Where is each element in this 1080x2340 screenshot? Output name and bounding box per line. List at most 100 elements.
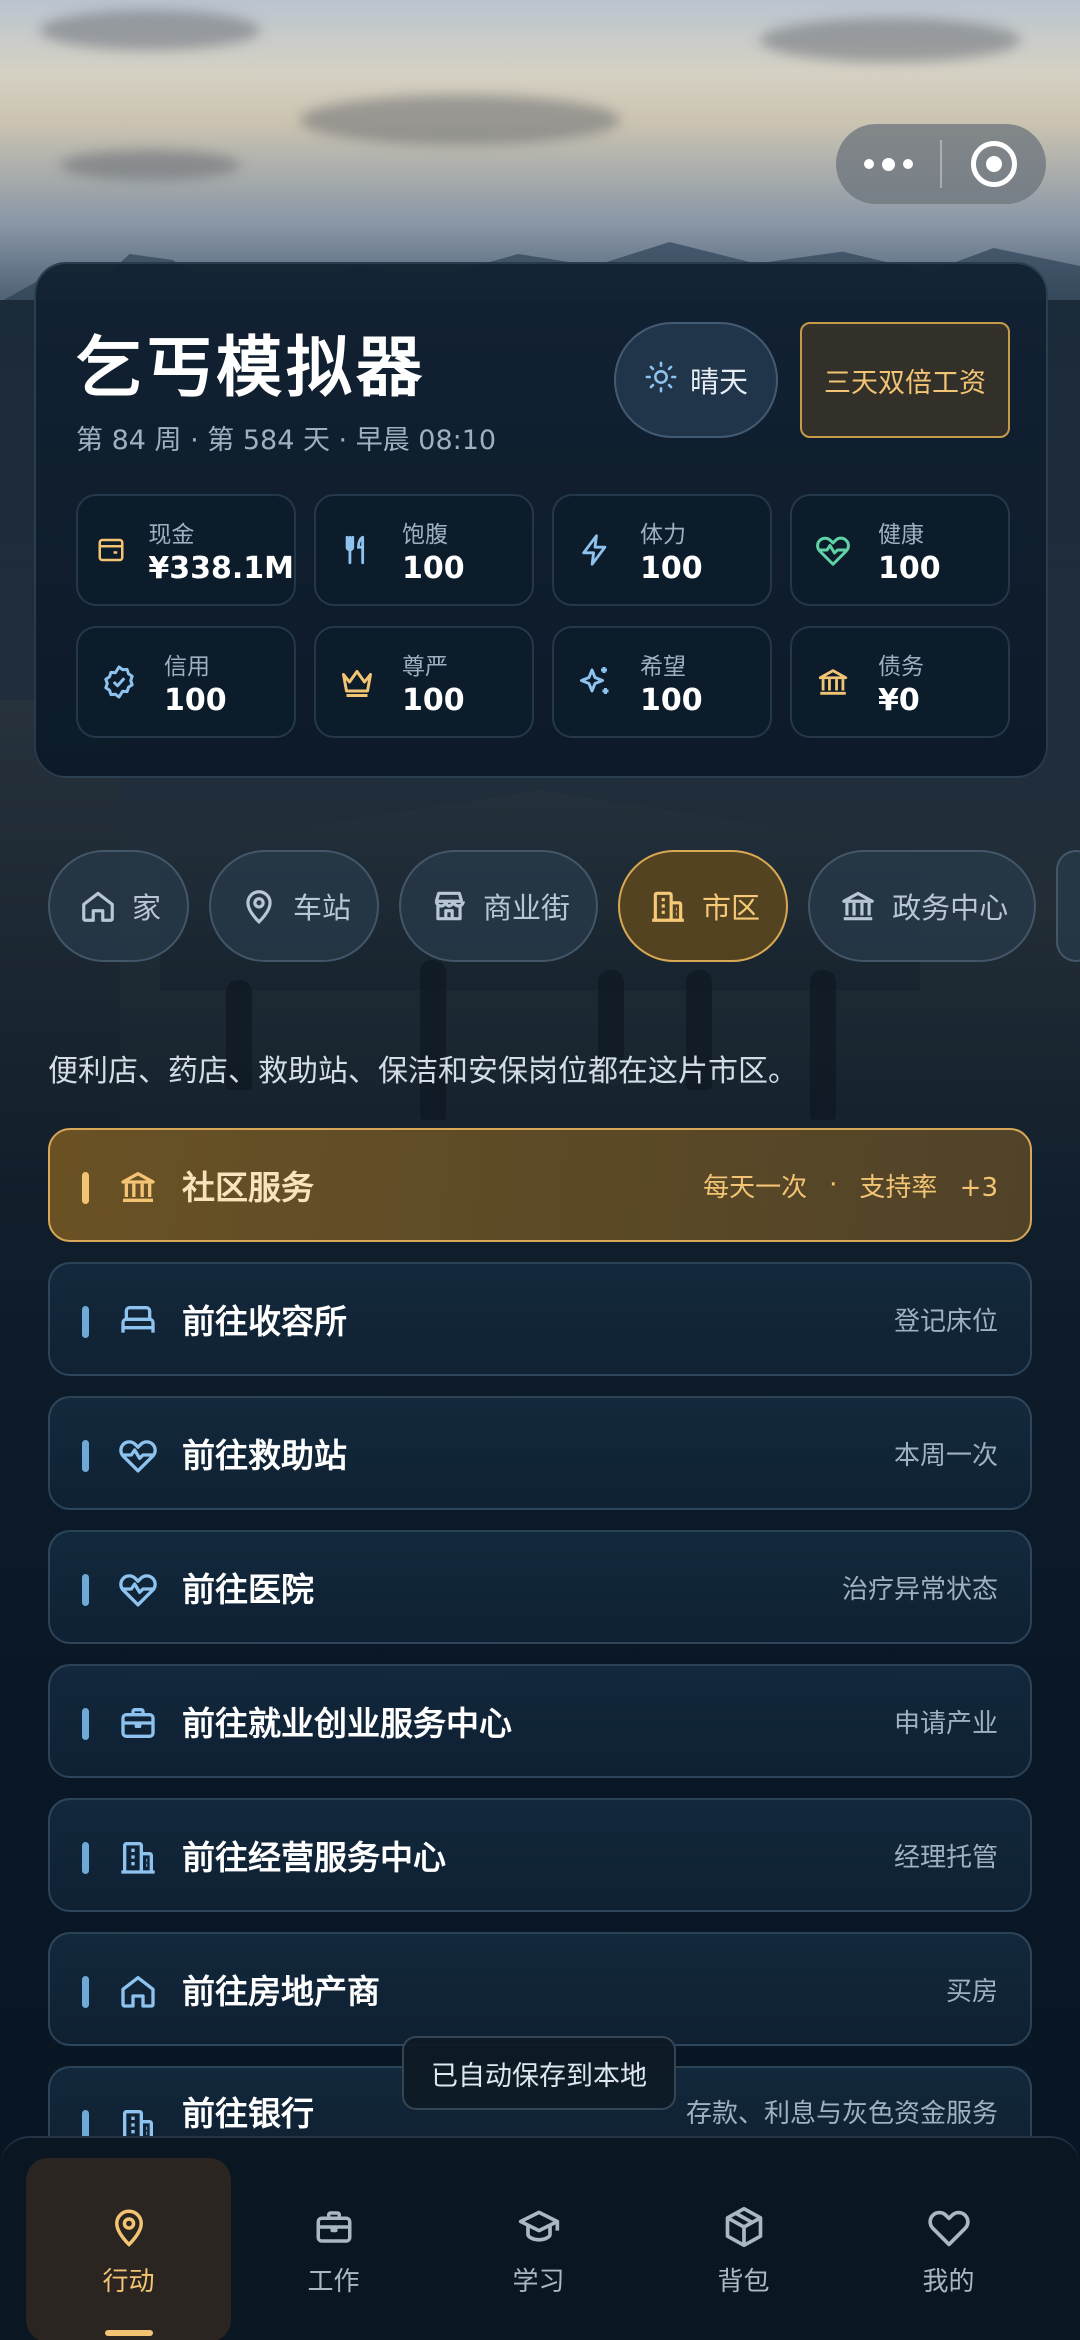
stat-value: ¥0 (878, 682, 920, 718)
stat-value: ¥338.1M (148, 550, 294, 586)
action-rescue-station[interactable]: 前往救助站 本周一次 (48, 1396, 1032, 1510)
utensils-icon (334, 527, 380, 573)
stat-stamina[interactable]: 体力 100 (552, 494, 772, 606)
home-icon (78, 886, 118, 926)
nav-work[interactable]: 工作 (231, 2158, 436, 2340)
action-meta: 治疗异常状态 (841, 1574, 998, 1605)
stat-label: 饱腹 (402, 521, 448, 548)
tab-label: 车站 (293, 891, 352, 925)
wallet-icon (96, 527, 126, 573)
target-icon (971, 141, 1017, 187)
action-meta: 存款、利息与灰色资金服务 (685, 2098, 998, 2129)
heart-pulse-icon (116, 1433, 160, 1477)
bottom-nav: 行动 工作 学习 背包 我的 (0, 2136, 1080, 2340)
close-miniprogram-button[interactable] (942, 141, 1046, 187)
heart-icon (925, 2203, 973, 2251)
action-meta: 买房 (945, 1976, 998, 2007)
stat-dignity[interactable]: 尊严 100 (314, 626, 534, 738)
accent-bar (82, 1172, 89, 1204)
stat-credit[interactable]: 信用 100 (76, 626, 296, 738)
accent-bar (82, 1842, 89, 1874)
action-title: 前往收容所 (182, 1302, 347, 1341)
map-pin-icon (105, 2203, 153, 2251)
action-title: 前往医院 (182, 1570, 314, 1609)
weather-chip[interactable]: 晴天 (614, 322, 778, 438)
tab-label: 商业街 (483, 891, 571, 925)
nav-label: 我的 (922, 2266, 975, 2297)
support-label: 支持率 (859, 1172, 938, 1203)
map-pin-icon (239, 886, 279, 926)
action-shelter[interactable]: 前往收容所 登记床位 (48, 1262, 1032, 1376)
action-meta: 经理托管 (893, 1842, 998, 1873)
heart-pulse-icon (116, 1567, 160, 1611)
location-description: 便利店、药店、救助站、保洁和安保岗位都在这片市区。 (48, 1054, 798, 1089)
nav-profile[interactable]: 我的 (846, 2158, 1051, 2340)
action-title: 社区服务 (182, 1168, 314, 1207)
nav-action[interactable]: 行动 (26, 2158, 231, 2340)
dot (863, 159, 874, 169)
bank-icon (810, 659, 856, 705)
accent-bar (82, 1440, 89, 1472)
stat-value: 100 (878, 550, 941, 586)
building-icon (116, 1835, 160, 1879)
tab-commercial-street[interactable]: 商业街 (399, 850, 599, 962)
more-menu-button[interactable] (836, 124, 940, 204)
dot (881, 157, 895, 171)
tab-downtown[interactable]: 市区 (618, 850, 789, 962)
game-time: 第 84 周 · 第 584 天 · 早晨 08:10 (76, 425, 497, 456)
tab-label: 政务中心 (892, 891, 1009, 925)
double-wage-badge[interactable]: 三天双倍工资 (800, 322, 1010, 438)
action-list: 社区服务 每天一次 · 支持率 +3 前往收容所 登记床位 前往救助站 本周一次 (48, 1128, 1032, 2176)
action-real-estate[interactable]: 前往房地产商 买房 (48, 1932, 1032, 2046)
action-hospital[interactable]: 前往医院 治疗异常状态 (48, 1530, 1032, 1644)
app-title: 乞丐模拟器 (76, 328, 426, 406)
briefcase-icon (116, 1701, 160, 1745)
stat-value: 100 (640, 550, 703, 586)
tab-more[interactable] (1056, 850, 1080, 962)
stat-label: 尊严 (402, 653, 448, 680)
weather-label: 晴天 (689, 365, 748, 399)
tab-station[interactable]: 车站 (209, 850, 380, 962)
bed-icon (116, 1299, 160, 1343)
action-title: 前往银行 (182, 2094, 314, 2133)
stat-value: 100 (640, 682, 703, 718)
nav-label: 背包 (717, 2266, 770, 2297)
government-icon (838, 886, 878, 926)
nav-label: 行动 (102, 2266, 155, 2297)
stat-hope[interactable]: 希望 100 (552, 626, 772, 738)
action-meta: 登记床位 (893, 1306, 998, 1337)
autosave-toast: 已自动保存到本地 (402, 2036, 676, 2110)
stat-health[interactable]: 健康 100 (790, 494, 1010, 606)
support-bonus: 支持率 +3 (859, 1167, 998, 1204)
badge-check-icon (96, 659, 142, 705)
accent-bar (82, 1574, 89, 1606)
action-employment-center[interactable]: 前往就业创业服务中心 申请产业 (48, 1664, 1032, 1778)
nav-backpack[interactable]: 背包 (641, 2158, 846, 2340)
mini-program-capsule (836, 124, 1046, 204)
package-icon (720, 2203, 768, 2251)
accent-bar (82, 1306, 89, 1338)
support-value: +3 (959, 1172, 998, 1203)
stat-label: 信用 (164, 653, 210, 680)
stat-value: 100 (402, 550, 465, 586)
stat-value: 100 (164, 682, 227, 718)
stats-grid: 现金 ¥338.1M 饱腹 100 体力 100 健康 100 信用 100 尊… (76, 494, 1012, 738)
stat-cash[interactable]: 现金 ¥338.1M (76, 494, 296, 606)
stat-label: 希望 (640, 653, 686, 680)
nav-label: 工作 (307, 2266, 360, 2297)
sun-icon (644, 360, 678, 401)
stat-label: 债务 (878, 653, 924, 680)
tab-government-center[interactable]: 政务中心 (808, 850, 1037, 962)
action-title: 前往经营服务中心 (182, 1838, 446, 1877)
government-icon (116, 1165, 160, 1209)
nav-study[interactable]: 学习 (436, 2158, 641, 2340)
building-icon (648, 886, 688, 926)
tab-home[interactable]: 家 (48, 850, 190, 962)
stat-hunger[interactable]: 饱腹 100 (314, 494, 534, 606)
lightning-icon (572, 527, 618, 573)
stat-debt[interactable]: 债务 ¥0 (790, 626, 1010, 738)
action-title: 前往就业创业服务中心 (182, 1704, 512, 1743)
action-title: 前往救助站 (182, 1436, 347, 1475)
action-community-service[interactable]: 社区服务 每天一次 · 支持率 +3 (48, 1128, 1032, 1242)
action-business-center[interactable]: 前往经营服务中心 经理托管 (48, 1798, 1032, 1912)
